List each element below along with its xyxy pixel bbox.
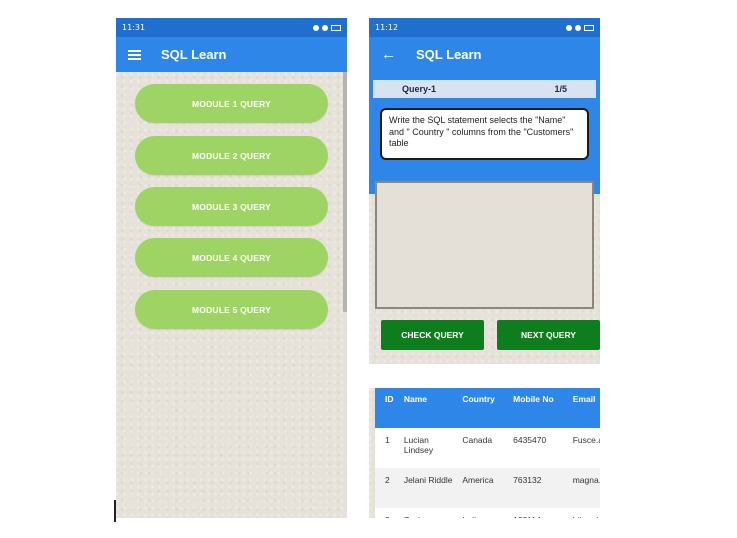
- table-cell: bibendu: [569, 508, 600, 518]
- query-question: Write the SQL statement selects the "Nam…: [380, 108, 589, 160]
- right-phone-screen: 11:12 ← SQL Learn Query-1 1/5 Write the …: [369, 18, 600, 518]
- status-bar: 11:31: [116, 18, 347, 37]
- table-cell: 6435470: [513, 435, 547, 445]
- table-cell: Fusce.a: [572, 435, 600, 445]
- module-1-query-button[interactable]: MODULE 1 QUERY: [135, 84, 328, 123]
- status-bar: 11:12: [369, 18, 600, 37]
- module-5-query-button[interactable]: MODULE 5 QUERY: [135, 290, 328, 329]
- screenshot-canvas: 11:31 SQL Learn MODULE 1 QUERY MODULE 2 …: [0, 0, 737, 538]
- alarm-icon: [575, 24, 581, 31]
- table-cell: America: [458, 468, 510, 508]
- table-cell: 123114: [509, 508, 569, 518]
- hamburger-menu-icon[interactable]: [128, 49, 141, 60]
- app-bar: SQL Learn: [116, 37, 347, 72]
- table-cell: 2: [375, 468, 400, 508]
- module-3-query-button[interactable]: MODULE 3 QUERY: [135, 187, 328, 226]
- status-icons: [313, 24, 341, 31]
- module-list-background: MODULE 1 QUERY MODULE 2 QUERY MODULE 3 Q…: [116, 72, 347, 518]
- column-header: Name: [399, 388, 459, 428]
- module-2-query-button[interactable]: MODULE 2 QUERY: [135, 136, 328, 175]
- column-header: Country: [458, 388, 510, 428]
- table-header-row: ID Name Country Mobile No Email: [375, 388, 600, 428]
- column-header: Email: [568, 388, 600, 428]
- table-cell: magna.l: [568, 468, 600, 508]
- scrollbar[interactable]: [343, 72, 347, 312]
- status-time: 11:31: [122, 23, 146, 32]
- column-header: Mobile No: [509, 388, 569, 428]
- back-arrow-icon[interactable]: ←: [381, 47, 396, 62]
- table-row: 2 Jelani Riddle America 763132 magna.l: [375, 468, 600, 508]
- table-cell: Zachary: [400, 508, 459, 518]
- alarm-icon: [322, 24, 328, 31]
- query-progress: 1/5: [554, 84, 567, 94]
- table-cell: 763132: [509, 468, 569, 508]
- column-header: ID: [375, 388, 400, 428]
- status-icons: [566, 24, 594, 31]
- next-query-button[interactable]: NEXT QUERY: [497, 320, 600, 350]
- battery-icon: [331, 24, 341, 31]
- table-cell: Canada: [462, 435, 493, 445]
- edge-line: [114, 500, 116, 522]
- app-bar: ← SQL Learn: [369, 37, 600, 72]
- check-query-button[interactable]: CHECK QUERY: [381, 320, 484, 350]
- table-cell: 1: [385, 435, 390, 445]
- query-name: Query-1: [402, 84, 437, 94]
- query-panel: Query-1 1/5 Write the SQL statement sele…: [369, 72, 600, 194]
- app-title: SQL Learn: [161, 47, 227, 62]
- customers-table: ID Name Country Mobile No Email 1 Lucian…: [375, 388, 600, 518]
- table-cell: 3: [375, 508, 400, 518]
- table-row: 1 Lucian Lindsey Canada 6435470 Fusce.a: [375, 428, 600, 468]
- spacer: [369, 364, 600, 388]
- query-header: Query-1 1/5: [373, 80, 596, 98]
- battery-icon: [584, 24, 594, 31]
- wifi-icon: [313, 24, 319, 31]
- status-time: 11:12: [375, 23, 399, 32]
- table-cell: Jelani Riddle: [399, 468, 459, 508]
- module-4-query-button[interactable]: MODULE 4 QUERY: [135, 238, 328, 277]
- app-title: SQL Learn: [416, 47, 482, 62]
- sql-answer-input[interactable]: [375, 181, 594, 309]
- table-cell: Lucian Lindsey: [403, 435, 434, 455]
- table-cell: India: [458, 508, 509, 518]
- wifi-icon: [566, 24, 572, 31]
- left-phone-screen: 11:31 SQL Learn MODULE 1 QUERY MODULE 2 …: [116, 18, 347, 518]
- table-row: 3 Zachary India 123114 bibendu: [375, 508, 600, 518]
